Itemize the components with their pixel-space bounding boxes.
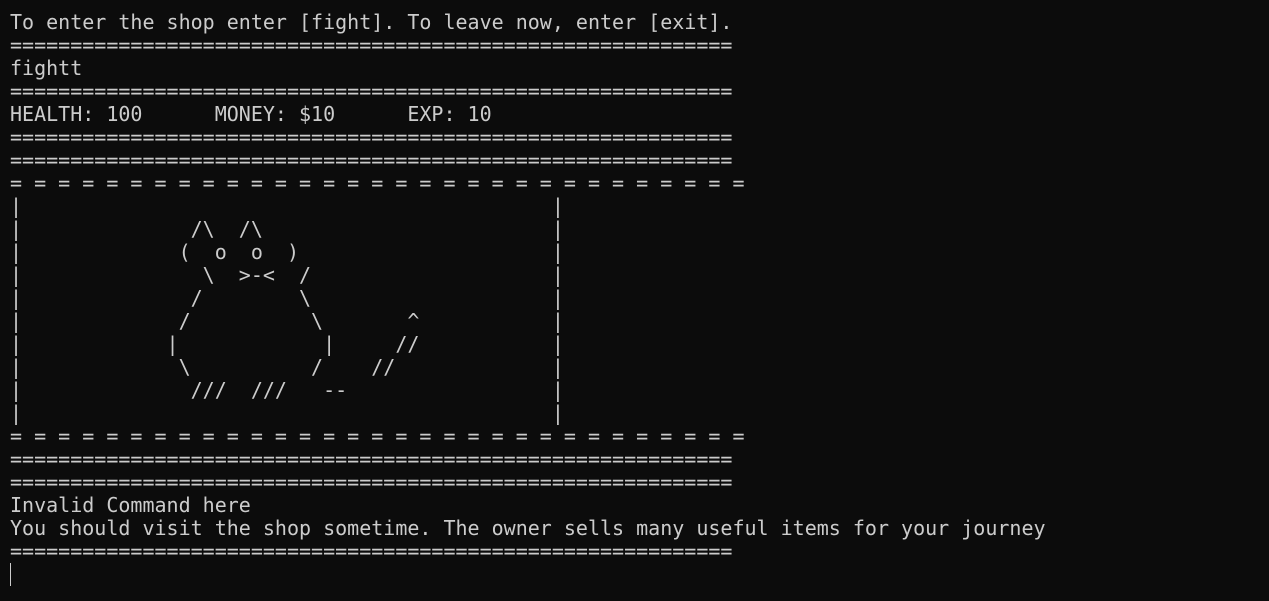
separator: ========================================…	[10, 148, 733, 172]
separator: ========================================…	[10, 33, 733, 57]
art-line: | / \ ^ |	[10, 309, 564, 333]
art-line: | ( o o ) |	[10, 240, 564, 264]
separator: ========================================…	[10, 79, 733, 103]
art-line: | \ / // |	[10, 355, 564, 379]
art-line: | \ >-< / |	[10, 263, 564, 287]
terminal-window[interactable]: To enter the shop enter [fight]. To leav…	[0, 0, 1269, 601]
art-frame-bottom: = = = = = = = = = = = = = = = = = = = = …	[10, 424, 745, 448]
text-cursor	[10, 563, 11, 586]
art-line: | |	[10, 401, 564, 425]
status-line: HEALTH: 100 MONEY: $10 EXP: 10	[10, 102, 492, 126]
art-line: | /\ /\ |	[10, 217, 564, 241]
separator: ========================================…	[10, 539, 733, 563]
separator: ========================================…	[10, 470, 733, 494]
separator: ========================================…	[10, 447, 733, 471]
prompt-shop-instruction: To enter the shop enter [fight]. To leav…	[10, 10, 733, 34]
art-line: | / \ |	[10, 286, 564, 310]
art-frame-top: = = = = = = = = = = = = = = = = = = = = …	[10, 171, 745, 195]
input-line[interactable]	[10, 563, 1269, 586]
error-message: Invalid Command here	[10, 493, 251, 517]
separator: ========================================…	[10, 125, 733, 149]
art-line: | | | // |	[10, 332, 564, 356]
hint-message: You should visit the shop sometime. The …	[10, 516, 1046, 540]
art-line: | |	[10, 194, 564, 218]
art-line: | /// /// -- |	[10, 378, 564, 402]
user-input-echo: fightt	[10, 56, 83, 80]
